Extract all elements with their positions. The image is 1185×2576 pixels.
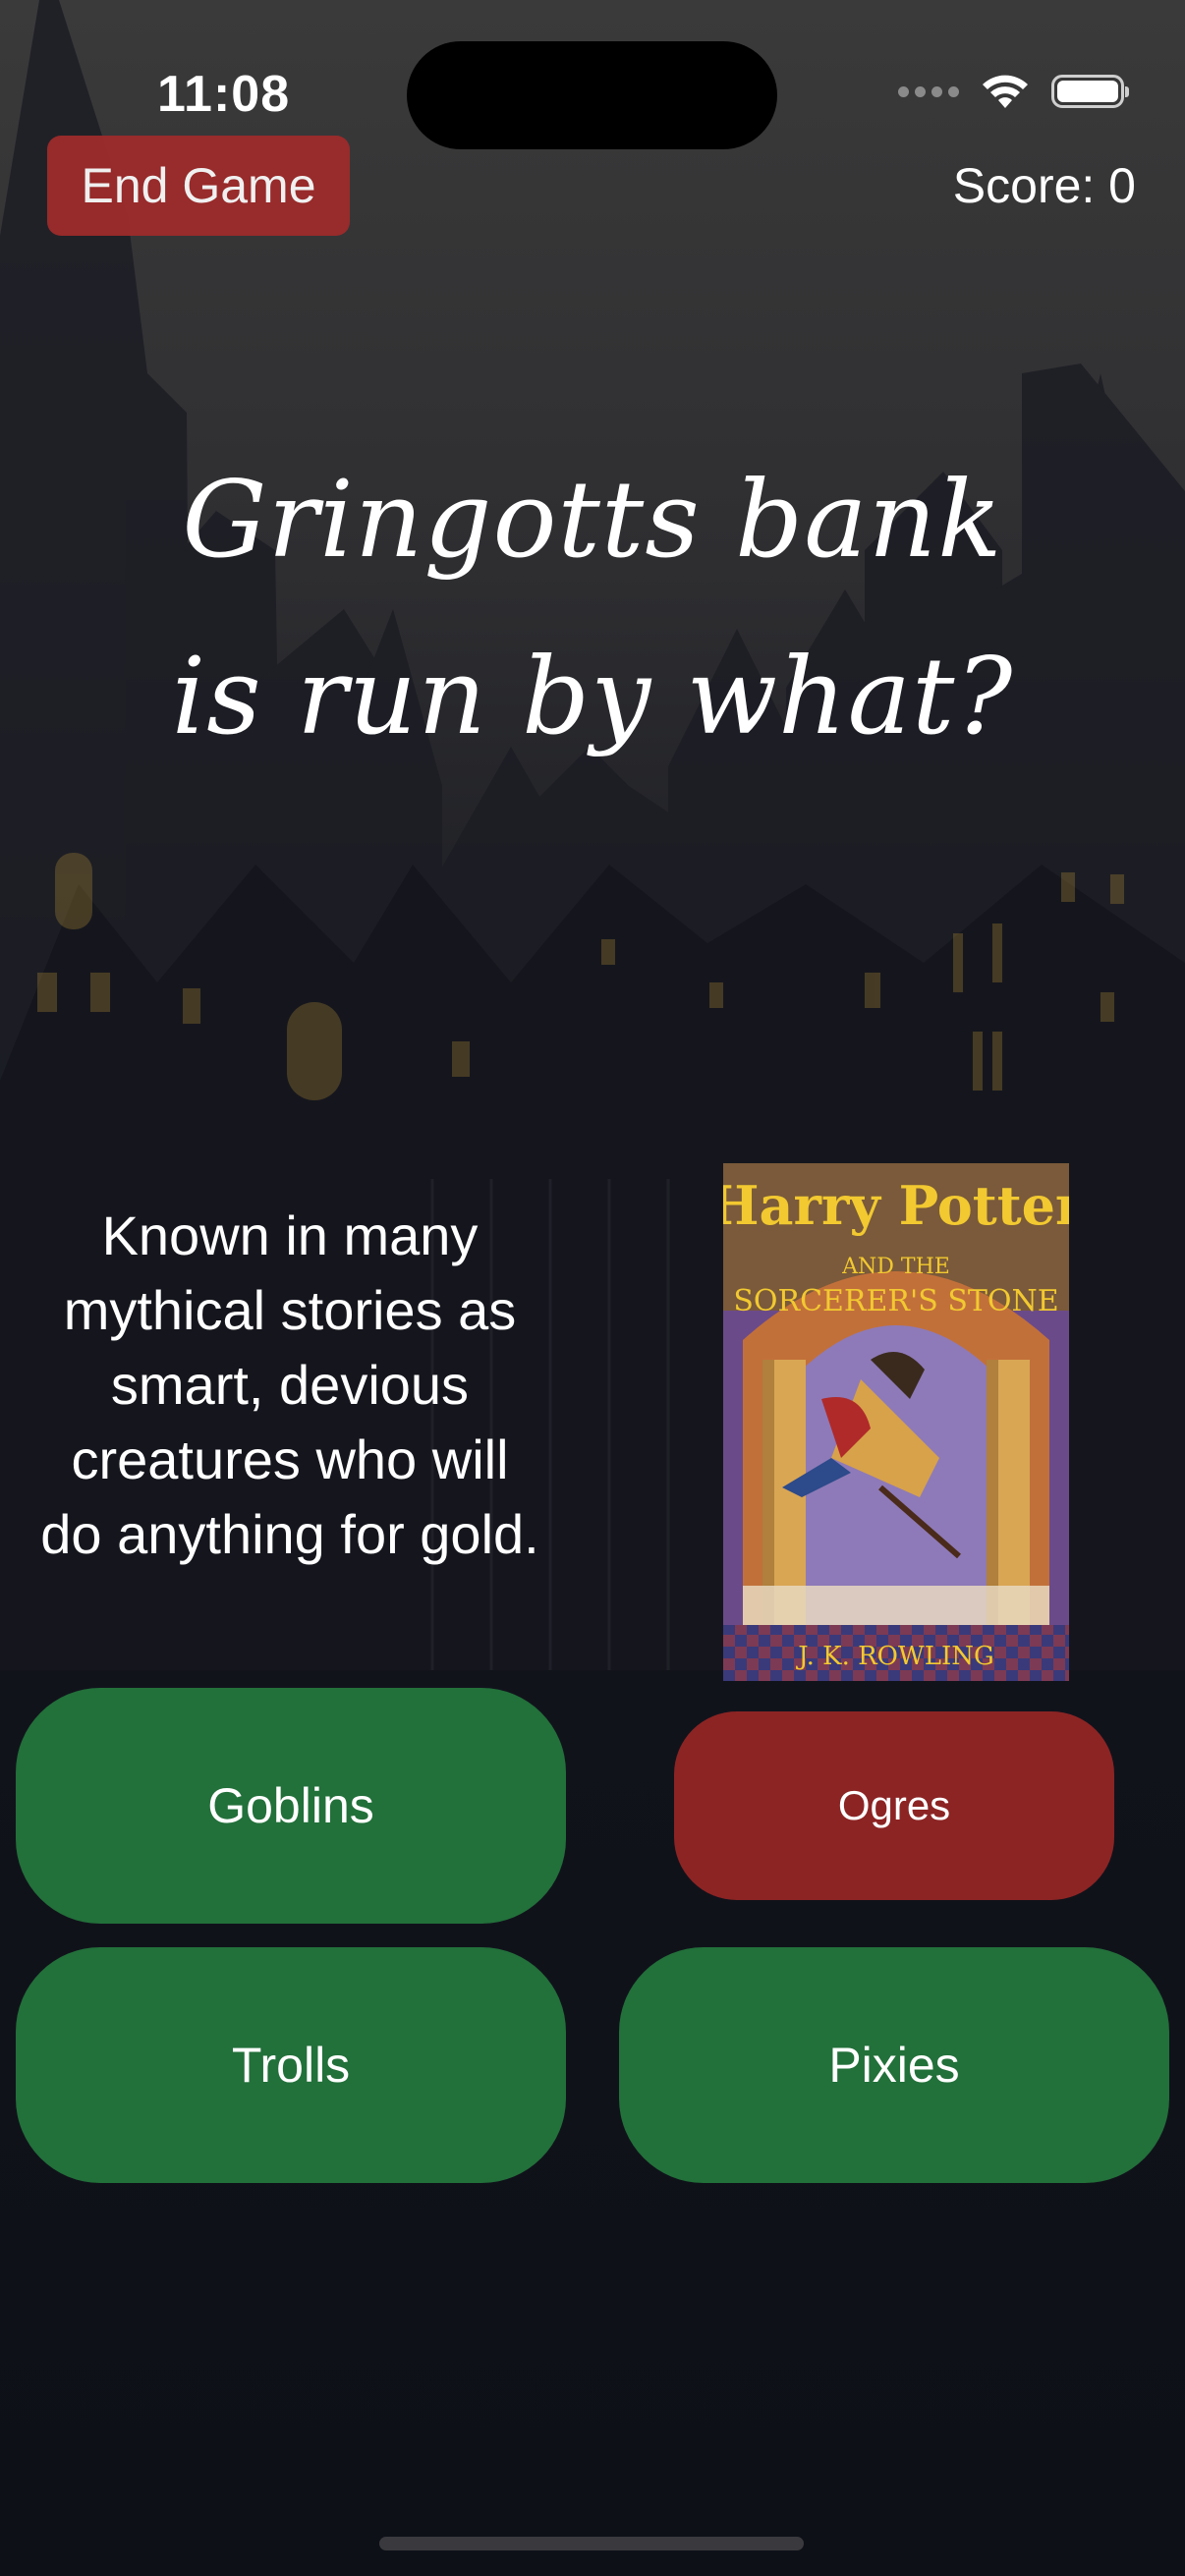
status-time: 11:08: [157, 66, 291, 123]
book-title-line2: AND THE: [841, 1255, 950, 1279]
book-title-line1: Harry Potter: [723, 1174, 1069, 1237]
end-game-button[interactable]: End Game: [47, 136, 350, 236]
battery-icon: [1051, 75, 1129, 108]
home-indicator[interactable]: [379, 2537, 804, 2550]
dynamic-island: [407, 41, 777, 149]
book-cover-image: Harry Potter AND THE SORCERER'S STONE J.…: [723, 1163, 1069, 1681]
book-author: J. K. ROWLING: [795, 1642, 994, 1671]
question-text: Gringotts bank is run by what?: [171, 459, 1014, 758]
status-icons: [898, 73, 1129, 110]
game-screen: 11:08 End Game Score: 0 Gringotts bank i…: [0, 0, 1185, 2576]
answer-button-ogres[interactable]: Ogres: [674, 1711, 1114, 1900]
answer-button-goblins[interactable]: Goblins: [16, 1688, 566, 1924]
answer-button-pixies[interactable]: Pixies: [619, 1947, 1169, 2183]
wifi-icon: [983, 75, 1028, 108]
hint-text: Known in many mythical stories as smart,…: [40, 1204, 539, 1565]
score-label: Score: 0: [952, 158, 1136, 213]
book-title-line3: SORCERER'S STONE: [733, 1284, 1058, 1318]
answer-button-trolls[interactable]: Trolls: [16, 1947, 566, 2183]
cellular-signal-icon: [898, 85, 959, 97]
